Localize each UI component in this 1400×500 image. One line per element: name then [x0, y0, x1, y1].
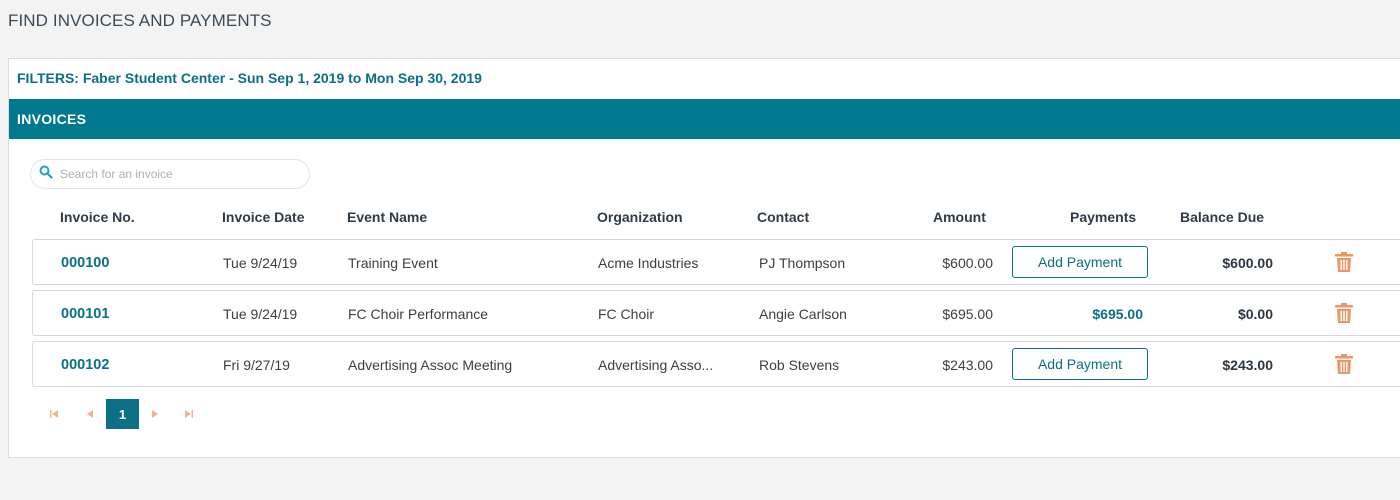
balance-due: $0.00: [1237, 306, 1273, 322]
section-header-invoices: INVOICES: [9, 99, 1400, 139]
contact: PJ Thompson: [759, 255, 846, 271]
previous-page-icon[interactable]: [75, 399, 105, 429]
header-organization[interactable]: Organization: [597, 209, 683, 225]
invoice-date: Tue 9/24/19: [223, 306, 298, 322]
invoice-number-link[interactable]: 000101: [61, 306, 109, 322]
add-payment-button[interactable]: Add Payment: [1012, 246, 1148, 278]
invoice-number-link[interactable]: 000102: [61, 357, 109, 373]
invoice-date: Fri 9/27/19: [223, 357, 290, 373]
table-row[interactable]: 000100 Tue 9/24/19 Training Event Acme I…: [32, 239, 1400, 285]
first-page-icon[interactable]: [39, 399, 69, 429]
table-row[interactable]: 000101 Tue 9/24/19 FC Choir Performance …: [32, 290, 1400, 336]
header-amount[interactable]: Amount: [933, 209, 986, 225]
trash-icon[interactable]: [1335, 354, 1353, 374]
amount: $243.00: [942, 357, 993, 373]
event-name: Advertising Assoc Meeting: [348, 357, 513, 373]
header-event-name[interactable]: Event Name: [347, 209, 427, 225]
invoice-date: Tue 9/24/19: [223, 255, 298, 271]
amount: $695.00: [942, 306, 993, 322]
page-number-current[interactable]: 1: [106, 399, 139, 429]
table-row[interactable]: 000102 Fri 9/27/19 Advertising Assoc Mee…: [32, 341, 1400, 387]
search-input[interactable]: [60, 167, 290, 181]
header-invoice-date[interactable]: Invoice Date: [222, 209, 304, 225]
search-icon: [39, 165, 53, 184]
page-title: FIND INVOICES AND PAYMENTS: [8, 11, 272, 30]
search-box: [30, 159, 310, 189]
invoice-number-link[interactable]: 000100: [61, 255, 109, 271]
last-page-icon[interactable]: [174, 399, 204, 429]
next-page-icon[interactable]: [140, 399, 170, 429]
event-name: Training Event: [348, 255, 438, 271]
add-payment-button[interactable]: Add Payment: [1012, 348, 1148, 380]
header-payments[interactable]: Payments: [1070, 209, 1136, 225]
payments-total-link[interactable]: $695.00: [1043, 306, 1143, 322]
trash-icon[interactable]: [1335, 303, 1353, 323]
balance-due: $600.00: [1222, 255, 1273, 271]
event-name: FC Choir Performance: [348, 306, 489, 322]
organization: Acme Industries: [598, 255, 699, 271]
header-contact[interactable]: Contact: [757, 209, 809, 225]
contact: Rob Stevens: [759, 357, 840, 373]
amount: $600.00: [942, 255, 993, 271]
balance-due: $243.00: [1222, 357, 1273, 373]
filters-summary[interactable]: FILTERS: Faber Student Center - Sun Sep …: [9, 59, 1400, 99]
header-balance-due[interactable]: Balance Due: [1180, 209, 1264, 225]
trash-icon[interactable]: [1335, 252, 1353, 272]
header-invoice-no[interactable]: Invoice No.: [60, 209, 135, 225]
organization: FC Choir: [598, 306, 655, 322]
invoices-panel: FILTERS: Faber Student Center - Sun Sep …: [8, 58, 1400, 458]
organization: Advertising Asso...: [598, 357, 714, 373]
contact: Angie Carlson: [759, 306, 847, 322]
